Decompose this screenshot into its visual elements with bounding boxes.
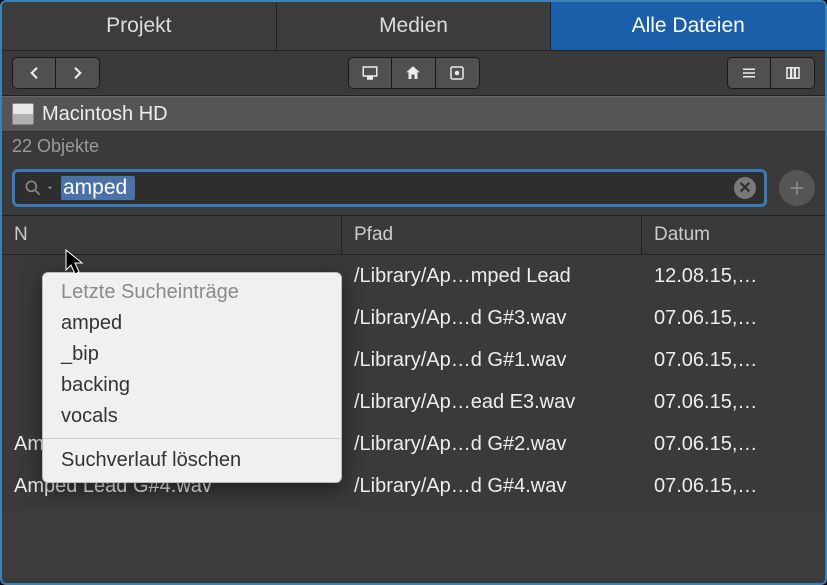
plus-icon: + [789,173,804,204]
cell-path: /Library/Ap…d G#4.wav [342,475,642,498]
dropdown-title: Letzte Sucheinträge [43,273,341,308]
tab-bar: Projekt Medien Alle Dateien [2,2,825,50]
tab-media[interactable]: Medien [277,2,552,50]
tab-all-files-label: Alle Dateien [632,14,745,38]
close-icon: ✕ [738,178,751,198]
forward-button[interactable] [56,57,100,89]
header-name-label: N [14,224,28,245]
chevron-right-icon [69,64,87,82]
dropdown-item[interactable]: backing [43,370,341,401]
cell-path: /Library/Ap…ead E3.wav [342,391,642,414]
tab-project[interactable]: Projekt [2,2,277,50]
dropdown-separator [43,438,341,439]
cell-date: 12.08.15,… [642,265,825,288]
cell-date: 07.06.15,… [642,391,825,414]
disc-icon [448,64,466,82]
search-bar: ✕ + [2,161,825,215]
home-button[interactable] [392,57,436,89]
chevron-down-icon[interactable] [45,183,55,193]
dropdown-item[interactable]: _bip [43,339,341,370]
item-count: 22 Objekte [2,132,825,161]
column-view-button[interactable] [771,57,815,89]
dropdown-item[interactable]: vocals [43,401,341,432]
project-button[interactable] [436,57,480,89]
drive-icon [12,103,34,125]
dropdown-clear-label: Suchverlauf löschen [61,449,241,471]
search-icon[interactable] [23,178,43,198]
tab-project-label: Projekt [106,14,171,38]
header-date[interactable]: Datum [642,216,825,254]
dropdown-item-label: backing [61,374,130,396]
cell-path: /Library/Ap…mped Lead [342,265,642,288]
cell-path: /Library/Ap…d G#2.wav [342,433,642,456]
table-header: N Pfad Datum [2,215,825,255]
dropdown-item-label: vocals [61,405,118,427]
location-bar: Macintosh HD [2,96,825,132]
header-path[interactable]: Pfad [342,216,642,254]
chevron-left-icon [25,64,43,82]
columns-icon [784,64,802,82]
search-field[interactable]: ✕ [12,169,767,207]
list-view-button[interactable] [727,57,771,89]
header-date-label: Datum [654,224,710,245]
cell-path: /Library/Ap…d G#1.wav [342,349,642,372]
search-history-dropdown: Letzte Sucheinträge amped _bip backing v… [42,272,342,483]
dropdown-item-label: _bip [61,343,99,365]
header-path-label: Pfad [354,224,393,245]
cell-path: /Library/Ap…d G#3.wav [342,307,642,330]
back-button[interactable] [12,57,56,89]
add-filter-button[interactable]: + [779,170,815,206]
dropdown-item[interactable]: amped [43,308,341,339]
header-name[interactable]: N [2,216,342,254]
tab-media-label: Medien [379,14,448,38]
clear-search-button[interactable]: ✕ [734,177,756,199]
cell-date: 07.06.15,… [642,475,825,498]
computer-button[interactable] [348,57,392,89]
search-input[interactable] [61,176,135,200]
cell-date: 07.06.15,… [642,307,825,330]
tab-all-files[interactable]: Alle Dateien [551,2,825,50]
location-label: Macintosh HD [42,103,168,126]
toolbar [2,50,825,96]
dropdown-item-label: amped [61,312,122,334]
clear-history-item[interactable]: Suchverlauf löschen [43,445,341,482]
computer-icon [361,64,379,82]
list-icon [740,64,758,82]
cell-date: 07.06.15,… [642,349,825,372]
home-icon [404,64,422,82]
cell-date: 07.06.15,… [642,433,825,456]
